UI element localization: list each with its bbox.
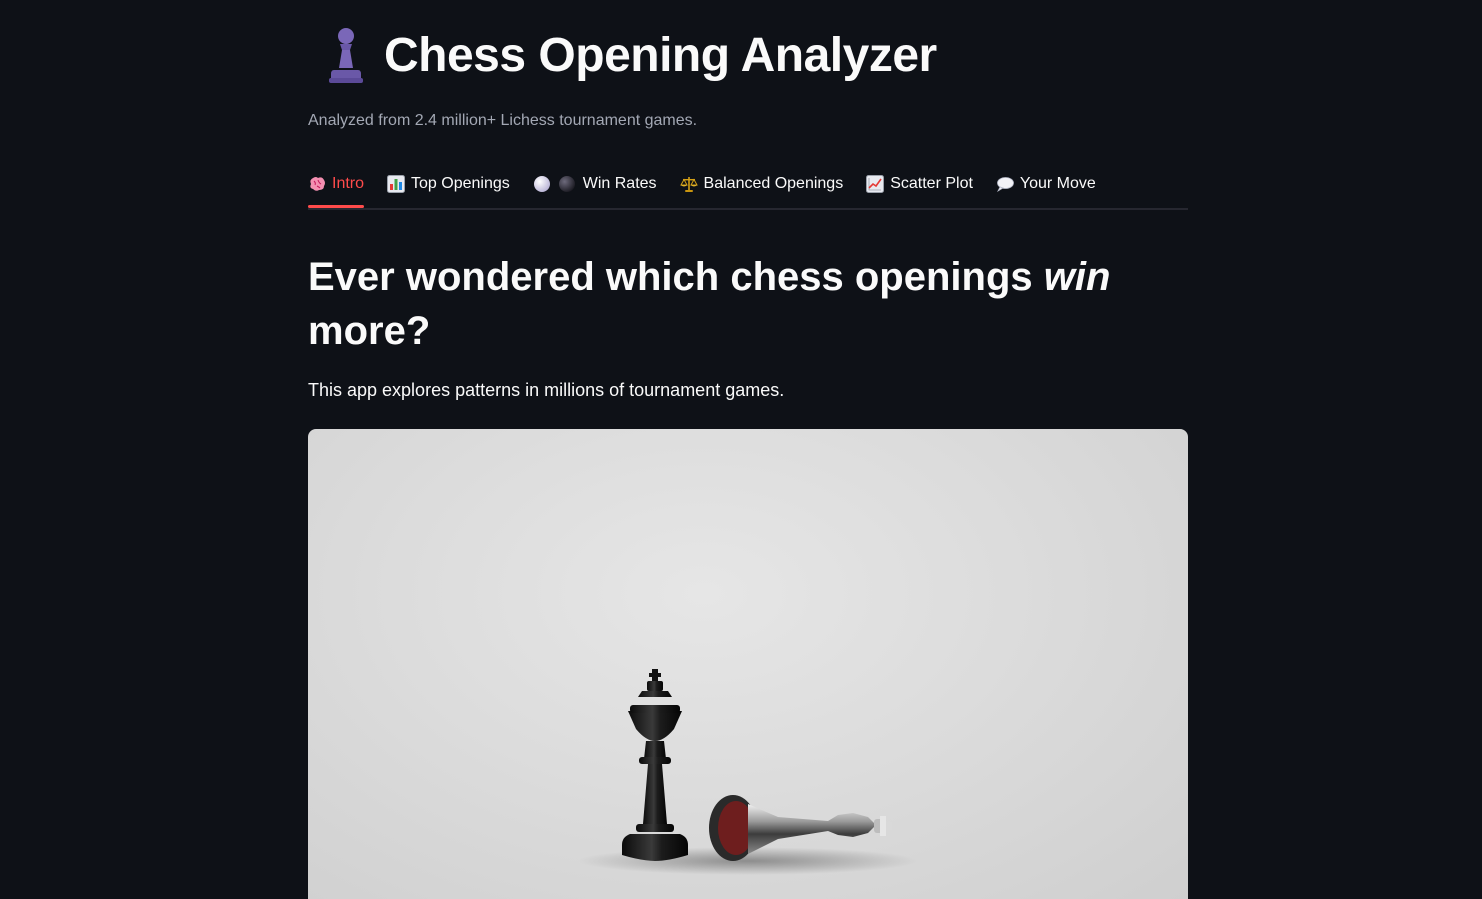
intro-headline: Ever wondered which chess openings win m… bbox=[308, 250, 1188, 358]
headline-text-end: more? bbox=[308, 309, 431, 353]
tab-balanced-openings[interactable]: Balanced Openings bbox=[679, 162, 844, 206]
tab-label: Scatter Plot bbox=[890, 175, 973, 192]
chart-increasing-icon bbox=[866, 175, 885, 193]
tab-scatter-plot[interactable]: Scatter Plot bbox=[866, 162, 973, 206]
title-row: Chess Opening Analyzer bbox=[326, 22, 937, 88]
white-black-circles-icon bbox=[533, 175, 577, 193]
tab-label: Win Rates bbox=[582, 175, 657, 192]
tab-label: Intro bbox=[332, 175, 365, 192]
tab-label: Your Move bbox=[1019, 175, 1096, 192]
page-subtitle: Analyzed from 2.4 million+ Lichess tourn… bbox=[308, 112, 698, 129]
tab-bar: Intro Top Openings Win Rates Balanced Op… bbox=[308, 162, 1188, 210]
speech-bubble-icon bbox=[996, 176, 1014, 192]
tab-label: Top Openings bbox=[411, 175, 510, 192]
tab-top-openings[interactable]: Top Openings bbox=[387, 162, 510, 206]
tab-your-move[interactable]: Your Move bbox=[996, 162, 1096, 206]
tab-win-rates[interactable]: Win Rates bbox=[533, 162, 657, 206]
headline-text: Ever wondered which chess openings bbox=[308, 255, 1044, 299]
chess-photo bbox=[308, 429, 1188, 899]
intro-text: This app explores patterns in millions o… bbox=[308, 380, 785, 400]
pawn-icon bbox=[329, 28, 363, 83]
bar-chart-icon bbox=[387, 175, 406, 193]
page-title: Chess Opening Analyzer bbox=[384, 28, 937, 82]
balance-scale-icon bbox=[679, 175, 698, 193]
tab-intro[interactable]: Intro bbox=[308, 162, 365, 208]
black-king-figure bbox=[622, 669, 688, 861]
tab-label: Balanced Openings bbox=[703, 175, 844, 192]
brain-icon bbox=[308, 176, 326, 192]
headline-emphasis: win bbox=[1043, 255, 1111, 299]
